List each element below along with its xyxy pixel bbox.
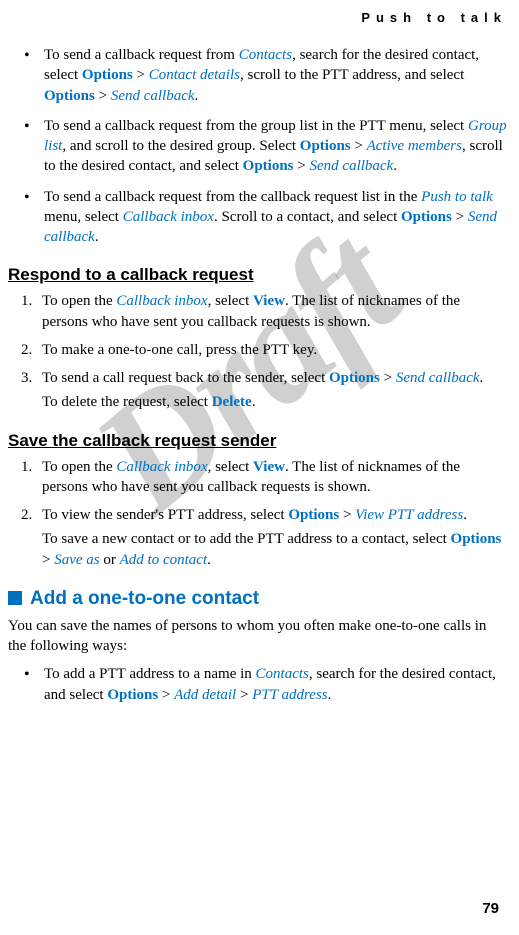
text: . Scroll to a contact, and select	[214, 209, 401, 225]
text: To send a callback request from the grou…	[44, 118, 468, 134]
gt: >	[343, 507, 351, 523]
link-send-callback: Send callback	[310, 158, 394, 174]
text: To open the	[42, 459, 116, 475]
gt: >	[240, 687, 248, 703]
gt: >	[99, 88, 107, 104]
options-label: Options	[243, 158, 294, 174]
link-callback-inbox: Callback inbox	[116, 459, 207, 475]
text: , select	[208, 293, 253, 309]
view-label: View	[253, 293, 285, 309]
link-add-to-contact: Add to contact	[120, 552, 207, 568]
text: , scroll to the PTT address, and select	[240, 67, 464, 83]
text: To save a new contact or to add the PTT …	[42, 531, 451, 547]
text: .	[195, 88, 199, 104]
options-label: Options	[329, 370, 380, 386]
respond-steps: To open the Callback inbox, select View.…	[8, 291, 507, 412]
gt: >	[297, 158, 305, 174]
text: To send a callback request from the call…	[44, 189, 421, 205]
save-steps: To open the Callback inbox, select View.…	[8, 457, 507, 570]
save-step-2: To view the sender's PTT address, select…	[36, 505, 507, 570]
options-label: Options	[107, 687, 158, 703]
bullet-1: To send a callback request from Contacts…	[30, 45, 507, 106]
subheading-respond: Respond to a callback request	[8, 265, 507, 285]
link-callback-inbox: Callback inbox	[116, 293, 207, 309]
gt: >	[354, 138, 362, 154]
section-title-add-contact: Add a one-to-one contact	[8, 588, 507, 610]
bullet-2: To send a callback request from the grou…	[30, 116, 507, 177]
options-label: Options	[82, 67, 133, 83]
text: To send a callback request from	[44, 47, 239, 63]
link-contact-details: Contact details	[149, 67, 240, 83]
gt: >	[162, 687, 170, 703]
text: .	[480, 370, 484, 386]
respond-step-3: To send a call request back to the sende…	[36, 368, 507, 413]
link-add-detail: Add detail	[174, 687, 236, 703]
options-label: Options	[44, 88, 95, 104]
add-bullet-1: To add a PTT address to a name in Contac…	[30, 664, 507, 705]
save-step-1: To open the Callback inbox, select View.…	[36, 457, 507, 498]
gt: >	[137, 67, 145, 83]
text: To make a one-to-one call, press the PTT…	[42, 342, 317, 358]
text: or	[100, 552, 120, 568]
text: .	[463, 507, 467, 523]
link-send-callback: Send callback	[396, 370, 480, 386]
section-intro: You can save the names of persons to who…	[8, 616, 507, 657]
link-callback-inbox: Callback inbox	[123, 209, 214, 225]
text: To view the sender's PTT address, select	[42, 507, 288, 523]
options-label: Options	[451, 531, 502, 547]
top-bullets: To send a callback request from Contacts…	[8, 45, 507, 247]
text: .	[252, 394, 256, 410]
gt: >	[456, 209, 464, 225]
text: menu, select	[44, 209, 123, 225]
text: .	[328, 687, 332, 703]
text: To add a PTT address to a name in	[44, 666, 256, 682]
section-title-text: Add a one-to-one contact	[30, 588, 259, 609]
page-number: 79	[482, 900, 499, 917]
link-push-to-talk: Push to talk	[421, 189, 493, 205]
text: .	[393, 158, 397, 174]
running-header: Push to talk	[8, 10, 507, 25]
square-icon	[8, 591, 22, 605]
text: To delete the request, select	[42, 394, 212, 410]
delete-label: Delete	[212, 394, 252, 410]
link-send-callback: Send callback	[111, 88, 195, 104]
link-contacts: Contacts	[239, 47, 292, 63]
respond-step-1: To open the Callback inbox, select View.…	[36, 291, 507, 332]
link-save-as: Save as	[54, 552, 99, 568]
subheading-save-sender: Save the callback request sender	[8, 431, 507, 451]
text: , and scroll to the desired group. Selec…	[62, 138, 299, 154]
text: To send a call request back to the sende…	[42, 370, 329, 386]
link-view-ptt-address: View PTT address	[355, 507, 463, 523]
options-label: Options	[300, 138, 351, 154]
link-active-members: Active members	[367, 138, 462, 154]
options-label: Options	[288, 507, 339, 523]
respond-step-2: To make a one-to-one call, press the PTT…	[36, 340, 507, 360]
bullet-3: To send a callback request from the call…	[30, 187, 507, 248]
text: To open the	[42, 293, 116, 309]
gt: >	[384, 370, 392, 386]
link-contacts: Contacts	[256, 666, 309, 682]
text: .	[95, 229, 99, 245]
text: , select	[208, 459, 253, 475]
link-ptt-address: PTT address	[252, 687, 327, 703]
gt: >	[42, 552, 50, 568]
add-bullets: To add a PTT address to a name in Contac…	[8, 664, 507, 705]
text: .	[207, 552, 211, 568]
options-label: Options	[401, 209, 452, 225]
view-label: View	[253, 459, 285, 475]
